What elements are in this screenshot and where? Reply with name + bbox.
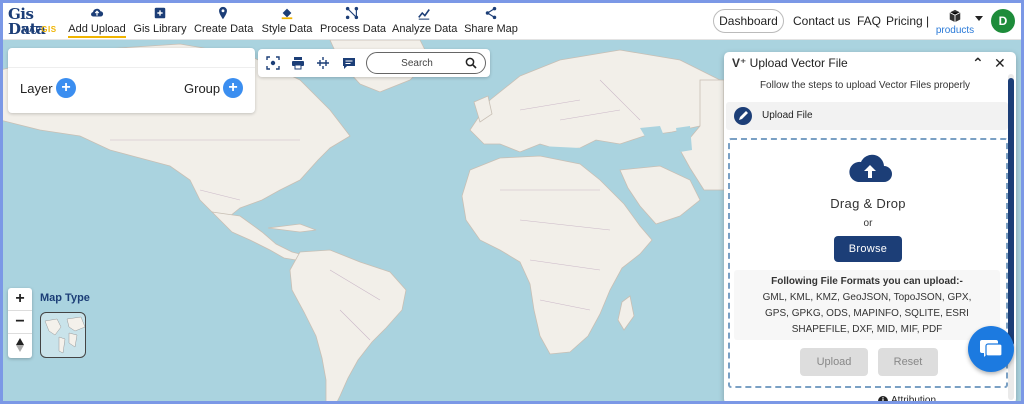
- formats-line: SHAPEFILE, DXF, MID, MIF, PDF: [791, 324, 943, 335]
- layer-panel: Layer + Group +: [8, 48, 255, 113]
- nav-label: Analyze Data: [392, 23, 458, 35]
- map-type-thumbnail[interactable]: [40, 312, 86, 358]
- plus-icon: +: [61, 79, 71, 96]
- nav-label: Share Map: [464, 23, 518, 35]
- layer-label: Layer: [20, 81, 53, 96]
- nav-label: Create Data: [194, 23, 254, 35]
- plus-icon: +: [228, 79, 238, 96]
- formats-heading: Following File Formats you can upload:-: [771, 276, 963, 287]
- panel-description: Follow the steps to upload Vector Files …: [759, 80, 971, 91]
- step-label: Upload File: [762, 110, 813, 121]
- file-dropzone[interactable]: Drag & Drop or Browse Following File For…: [728, 138, 1008, 388]
- layer-panel-header: [8, 48, 255, 68]
- info-icon: i: [878, 396, 888, 404]
- nav-label: Style Data: [261, 23, 313, 35]
- comment-icon[interactable]: [342, 56, 356, 70]
- paint-bucket-icon: [281, 8, 293, 20]
- supported-formats: Following File Formats you can upload:- …: [734, 270, 1000, 340]
- nav-style-data[interactable]: Style Data: [260, 6, 314, 38]
- map-type-label: Map Type: [40, 292, 90, 304]
- compass-icon: [16, 338, 24, 352]
- upload-file-step: Upload File: [726, 102, 1008, 130]
- print-icon[interactable]: [291, 56, 305, 70]
- add-layer-button[interactable]: +: [56, 78, 76, 98]
- cloud-upload-icon: [849, 154, 892, 182]
- brand-logo[interactable]: Gis Data MAPGIS: [8, 7, 64, 37]
- chevron-down-icon[interactable]: [975, 16, 983, 21]
- close-icon[interactable]: ✕: [994, 55, 1006, 72]
- faq-link[interactable]: FAQ: [857, 14, 881, 28]
- analyze-icon: [418, 9, 430, 20]
- nav-label: Process Data: [320, 23, 387, 35]
- nav-gis-library[interactable]: Gis Library: [133, 6, 187, 38]
- collapse-icon[interactable]: ⌃: [972, 55, 984, 72]
- formats-line: GPS, GPKG, ODS, MAPINFO, SQLITE, ESRI: [765, 308, 969, 319]
- contact-us-link[interactable]: Contact us: [793, 14, 850, 28]
- reset-north-button[interactable]: [8, 334, 32, 357]
- upload-button[interactable]: Upload: [800, 348, 868, 376]
- add-group-button[interactable]: +: [223, 78, 243, 98]
- zoom-in-button[interactable]: +: [8, 288, 32, 311]
- zoom-control: + −: [8, 288, 32, 358]
- products-label: products: [935, 25, 975, 36]
- vector-icon: V⁺: [732, 56, 750, 70]
- user-avatar[interactable]: D: [991, 9, 1015, 33]
- top-navbar: Gis Data MAPGIS Add Upload Gis Library C…: [0, 0, 1024, 40]
- panel-title: V⁺ Upload Vector File: [732, 56, 848, 70]
- focus-icon[interactable]: [266, 56, 280, 70]
- chat-icon: [980, 340, 1003, 357]
- search-box[interactable]: [366, 52, 486, 74]
- nav-analyze-data[interactable]: Analyze Data: [392, 6, 458, 38]
- library-icon: [154, 7, 166, 19]
- attribution-link[interactable]: i Attribution: [872, 394, 943, 404]
- nav-share-map[interactable]: Share Map: [463, 6, 519, 38]
- map-toolbar: [258, 49, 490, 77]
- share-icon: [485, 6, 497, 20]
- nav-label: Gis Library: [133, 23, 187, 35]
- map-thumbnail-image: [44, 316, 85, 354]
- products-menu[interactable]: products: [933, 9, 977, 37]
- reset-button[interactable]: Reset: [878, 348, 938, 376]
- dashboard-button[interactable]: Dashboard: [713, 9, 784, 33]
- cloud-upload-icon: [91, 8, 104, 17]
- nav-label: Add Upload: [68, 23, 126, 38]
- measure-icon[interactable]: [316, 56, 330, 70]
- attribution-label: Attribution: [891, 395, 937, 404]
- zoom-out-button[interactable]: −: [8, 311, 32, 334]
- brand-subtitle: MAPGIS: [22, 25, 57, 34]
- process-icon: [345, 6, 359, 20]
- browse-button[interactable]: Browse: [834, 236, 902, 262]
- pricing-link[interactable]: Pricing |: [886, 14, 929, 28]
- nav-process-data[interactable]: Process Data: [320, 6, 387, 38]
- cube-icon: [949, 9, 961, 23]
- nav-create-data[interactable]: Create Data: [194, 6, 254, 38]
- search-input[interactable]: [375, 56, 459, 70]
- nav-add-upload[interactable]: Add Upload: [68, 6, 126, 38]
- search-icon[interactable]: [465, 57, 477, 69]
- chat-button[interactable]: [968, 326, 1014, 372]
- drag-drop-label: Drag & Drop: [830, 196, 906, 211]
- group-label: Group: [184, 81, 221, 96]
- map-pin-icon: [219, 6, 227, 20]
- formats-line: GML, KML, KMZ, GeoJSON, TopoJSON, GPX,: [762, 292, 972, 303]
- pencil-icon: [734, 107, 752, 125]
- or-label: or: [863, 218, 873, 229]
- scrollbar-thumb[interactable]: [1008, 78, 1014, 346]
